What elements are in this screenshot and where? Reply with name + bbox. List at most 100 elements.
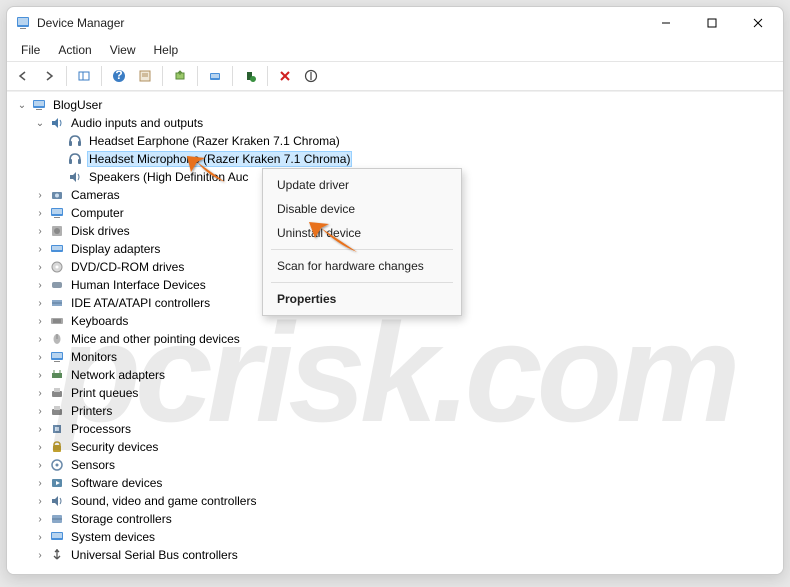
expand-icon[interactable]: › (33, 332, 47, 346)
properties-toolbar-button[interactable] (133, 64, 157, 88)
tree-category-network[interactable]: ›Network adapters (11, 366, 783, 384)
minimize-button[interactable] (643, 7, 689, 39)
menu-help[interactable]: Help (146, 41, 187, 59)
update-driver-toolbar-button[interactable] (168, 64, 192, 88)
show-hide-tree-button[interactable] (72, 64, 96, 88)
expand-icon[interactable]: › (33, 368, 47, 382)
tree-category-audio[interactable]: ⌄ Audio inputs and outputs (11, 114, 783, 132)
disable-toolbar-button[interactable] (299, 64, 323, 88)
toolbar-separator (66, 66, 67, 86)
collapse-icon[interactable]: ⌄ (15, 98, 29, 112)
tree-item-earphone[interactable]: Headset Earphone (Razer Kraken 7.1 Chrom… (11, 132, 783, 150)
security-icon (49, 439, 65, 455)
cameras-icon (49, 187, 65, 203)
expand-icon[interactable]: › (33, 494, 47, 508)
expand-icon[interactable]: › (33, 440, 47, 454)
forward-button[interactable] (37, 64, 61, 88)
network-icon (49, 367, 65, 383)
tree-label: BlogUser (51, 97, 104, 113)
scan-hardware-toolbar-button[interactable] (203, 64, 227, 88)
expand-icon[interactable]: › (33, 314, 47, 328)
tree-category-system[interactable]: › System devices (11, 528, 783, 546)
tree-category-sound[interactable]: ›Sound, video and game controllers (11, 492, 783, 510)
device-tree[interactable]: ⌄ BlogUser ⌄ Audio inputs and outputs He… (7, 92, 783, 568)
tree-label: Print queues (69, 385, 140, 401)
tree-label: Display adapters (69, 241, 162, 257)
tree-category-mice[interactable]: ›Mice and other pointing devices (11, 330, 783, 348)
tree-category-storage[interactable]: ›Storage controllers (11, 510, 783, 528)
tree-label: Headset Earphone (Razer Kraken 7.1 Chrom… (87, 133, 342, 149)
tree-label: Universal Serial Bus controllers (69, 547, 240, 563)
toolbar-separator (197, 66, 198, 86)
app-icon (15, 15, 31, 31)
expand-icon[interactable]: › (33, 512, 47, 526)
expand-icon[interactable]: › (33, 476, 47, 490)
tree-category-processors[interactable]: ›Processors (11, 420, 783, 438)
tree-category-software[interactable]: › Software devices (11, 474, 783, 492)
system-icon (49, 529, 65, 545)
tree-category-security[interactable]: › Security devices (11, 438, 783, 456)
context-menu: Update driver Disable device Uninstall d… (262, 168, 462, 316)
tree-label: Software devices (69, 475, 164, 491)
tree-label: Disk drives (69, 223, 132, 239)
expand-icon[interactable]: › (33, 530, 47, 544)
ctx-disable-device[interactable]: Disable device (263, 197, 461, 221)
expand-icon[interactable]: › (33, 206, 47, 220)
maximize-button[interactable] (689, 7, 735, 39)
titlebar: Device Manager (7, 7, 783, 39)
menu-view[interactable]: View (102, 41, 144, 59)
toolbar: ? (7, 61, 783, 91)
expand-icon[interactable]: › (33, 458, 47, 472)
software-icon (49, 475, 65, 491)
computer-icon (31, 97, 47, 113)
tree-category-monitors[interactable]: › Monitors (11, 348, 783, 366)
collapse-icon[interactable]: ⌄ (33, 116, 47, 130)
sound-icon (49, 493, 65, 509)
expand-icon[interactable]: › (33, 260, 47, 274)
print-queues-icon (49, 385, 65, 401)
expand-icon[interactable]: › (33, 242, 47, 256)
tree-label: Human Interface Devices (69, 277, 208, 293)
uninstall-toolbar-button[interactable] (273, 64, 297, 88)
expand-icon[interactable]: › (33, 296, 47, 310)
tree-label: Audio inputs and outputs (69, 115, 205, 131)
tree-category-usb[interactable]: › Universal Serial Bus controllers (11, 546, 783, 564)
expand-icon[interactable]: › (33, 350, 47, 364)
toolbar-separator (267, 66, 268, 86)
ctx-properties[interactable]: Properties (263, 287, 461, 311)
close-button[interactable] (735, 7, 781, 39)
ctx-scan-hardware[interactable]: Scan for hardware changes (263, 254, 461, 278)
menu-file[interactable]: File (13, 41, 48, 59)
tree-category-print-queues[interactable]: › Print queues (11, 384, 783, 402)
expand-icon[interactable]: › (33, 278, 47, 292)
tree-category-printers[interactable]: ›Printers (11, 402, 783, 420)
expand-icon[interactable]: › (33, 422, 47, 436)
expand-icon[interactable]: › (33, 224, 47, 238)
expand-icon[interactable]: › (33, 188, 47, 202)
tree-item-microphone[interactable]: Headset Microphone (Razer Kraken 7.1 Chr… (11, 150, 783, 168)
tree-label: Security devices (69, 439, 160, 455)
expand-icon[interactable]: › (33, 548, 47, 562)
ctx-divider (271, 249, 453, 250)
toolbar-separator (162, 66, 163, 86)
mice-icon (49, 331, 65, 347)
menu-action[interactable]: Action (50, 41, 99, 59)
tree-root[interactable]: ⌄ BlogUser (11, 96, 783, 114)
expand-icon[interactable]: › (33, 404, 47, 418)
ctx-uninstall-device[interactable]: Uninstall device (263, 221, 461, 245)
content-area: ⌄ BlogUser ⌄ Audio inputs and outputs He… (7, 91, 783, 574)
tree-category-sensors[interactable]: ›Sensors (11, 456, 783, 474)
tree-label: Monitors (69, 349, 119, 365)
tree-label: Cameras (69, 187, 122, 203)
expand-icon[interactable]: › (33, 386, 47, 400)
help-button[interactable]: ? (107, 64, 131, 88)
dvd-cdrom-icon (49, 259, 65, 275)
add-legacy-hardware-button[interactable] (238, 64, 262, 88)
speaker-icon (67, 169, 83, 185)
back-button[interactable] (11, 64, 35, 88)
ctx-update-driver[interactable]: Update driver (263, 173, 461, 197)
sensors-icon (49, 457, 65, 473)
tree-label: System devices (69, 529, 157, 545)
tree-label: Computer (69, 205, 126, 221)
disk-drives-icon (49, 223, 65, 239)
